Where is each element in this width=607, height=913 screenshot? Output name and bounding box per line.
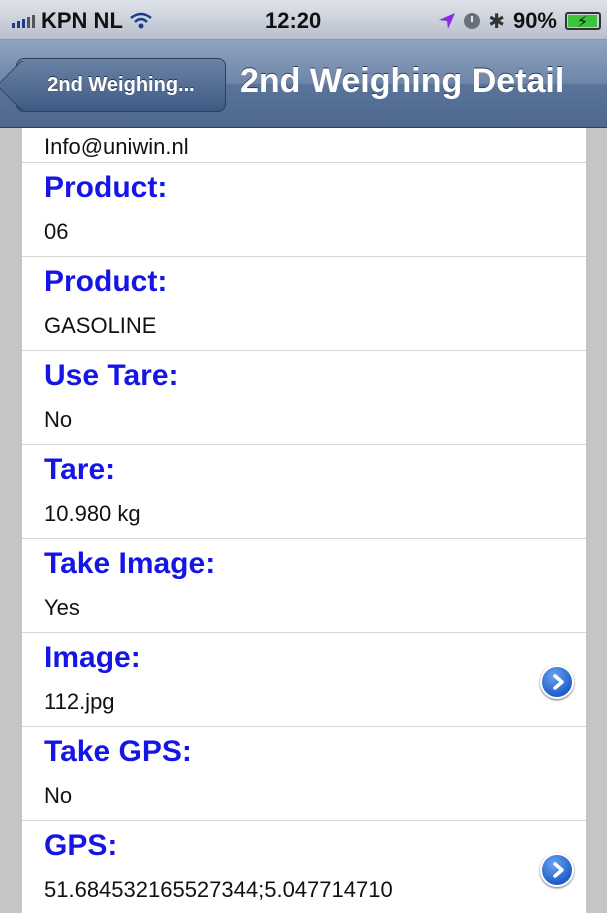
back-button[interactable]: 2nd Weighing... (16, 58, 226, 112)
table-row: Use Tare: No (22, 351, 586, 445)
carrier-group: KPN NL (12, 8, 153, 34)
field-label: GPS: (44, 829, 118, 862)
field-label: Use Tare: (44, 359, 179, 392)
battery-icon: ⚡ (565, 12, 601, 31)
table-row: Take Image: Yes (22, 539, 586, 633)
table-row: Info@uniwin.nl (22, 128, 586, 163)
navigation-bar: 2nd Weighing... 2nd Weighing Detail (0, 40, 607, 128)
field-value: GASOLINE (44, 313, 157, 338)
field-value: 112.jpg (44, 689, 115, 714)
field-value: Yes (44, 595, 80, 620)
field-label: Product: (44, 265, 168, 298)
bluetooth-icon: ✱ (488, 10, 505, 33)
wifi-icon (130, 12, 152, 29)
status-time: 12:20 (265, 8, 322, 33)
disclosure-chevron-icon[interactable] (540, 853, 574, 887)
field-value: No (44, 407, 73, 432)
status-bar: KPN NL 12:20 ✱ 90% ⚡ (0, 0, 607, 40)
status-right-group: ✱ 90% ⚡ (438, 8, 601, 34)
clock-icon (464, 13, 481, 29)
signal-icon (12, 14, 35, 28)
back-button-label: 2nd Weighing... (47, 73, 195, 96)
field-value: 51.684532165527344;5.047714710 (44, 877, 393, 902)
field-label: Take Image: (44, 547, 216, 580)
field-value: 06 (44, 219, 69, 244)
battery-percent: 90% (512, 8, 557, 33)
table-row[interactable]: Image: 112.jpg (22, 633, 586, 727)
field-label: Image: (44, 641, 141, 674)
field-value: No (44, 783, 73, 808)
carrier-name: KPN NL (41, 8, 123, 33)
table-row: Product: GASOLINE (22, 257, 586, 351)
field-label: Take GPS: (44, 735, 192, 768)
field-label: Tare: (44, 453, 116, 486)
field-label: Product: (44, 171, 168, 204)
table-row: Product: 06 (22, 163, 586, 257)
table-row: Tare: 10.980 kg (22, 445, 586, 539)
detail-table: Info@uniwin.nl Product: 06 Product: GASOLIN… (22, 128, 586, 913)
email-value: Info@uniwin.nl (44, 134, 189, 159)
field-value: 10.980 kg (44, 501, 141, 526)
table-row: Take GPS: No (22, 727, 586, 821)
location-icon (439, 13, 456, 29)
table-row[interactable]: GPS: 51.684532165527344;5.047714710 (22, 821, 586, 913)
page-title: 2nd Weighing Detail (240, 62, 565, 100)
disclosure-chevron-icon[interactable] (540, 665, 574, 699)
